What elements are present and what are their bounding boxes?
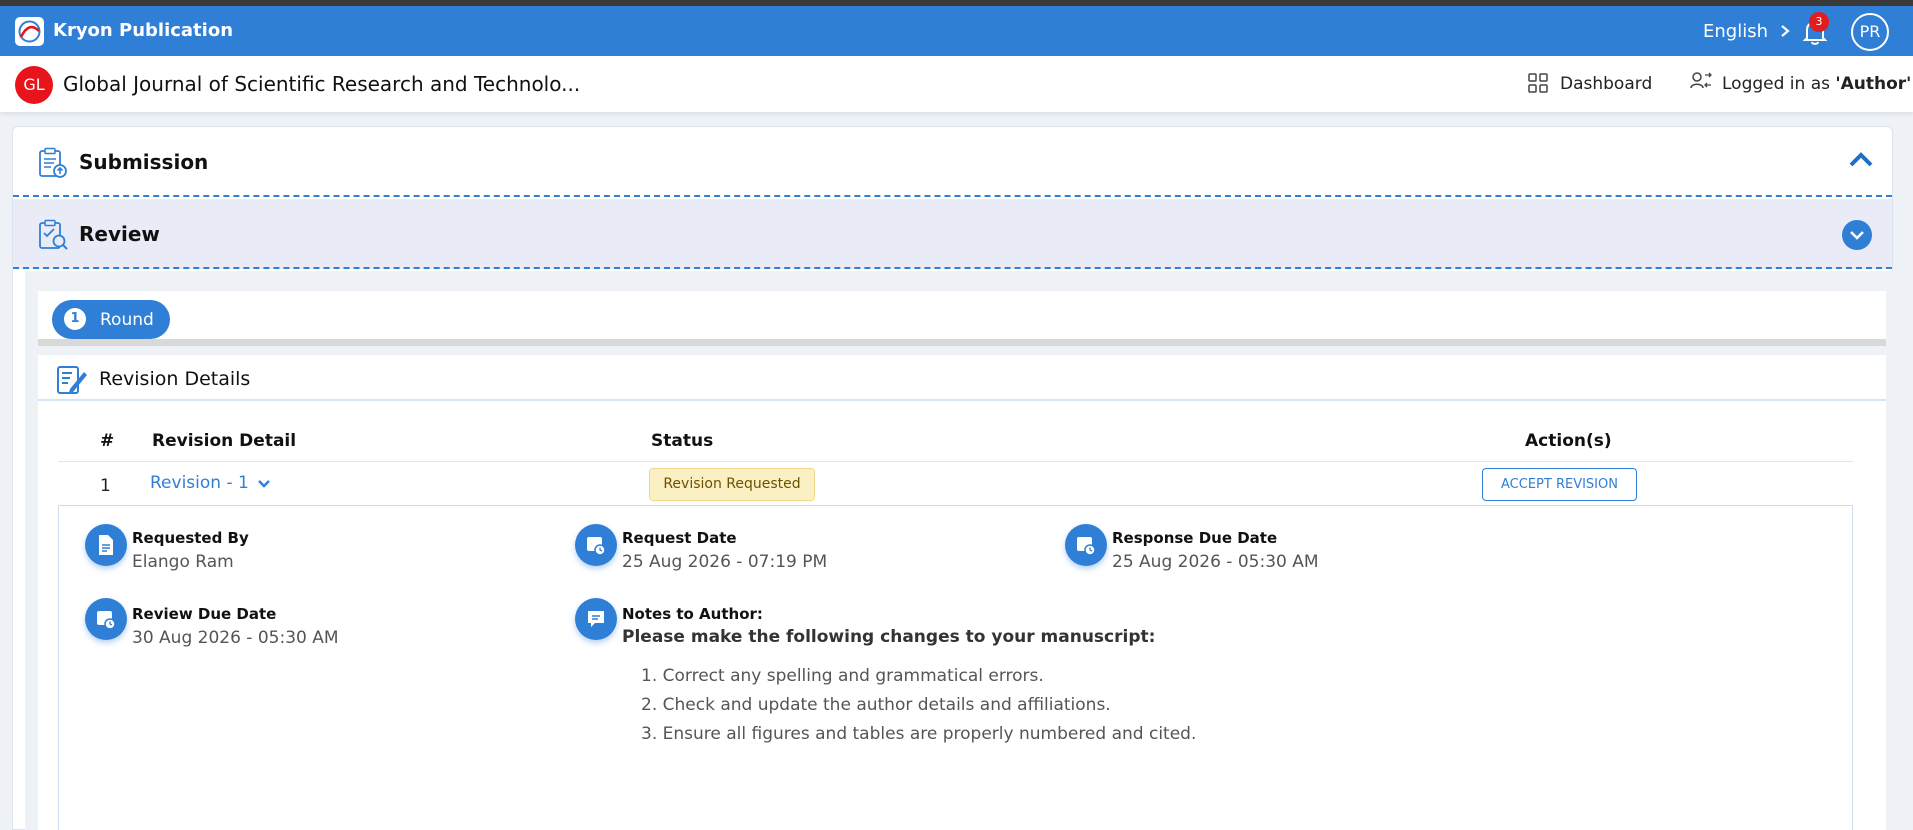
round-number: 1: [64, 308, 86, 330]
notes-label: Notes to Author:: [622, 605, 763, 623]
chevron-down-icon: [1850, 231, 1864, 240]
calendar-clock-icon: [575, 524, 617, 566]
logged-in-prefix: Logged in as: [1722, 74, 1836, 94]
notes-heading: Please make the following changes to you…: [622, 627, 1156, 647]
dashboard-link[interactable]: Dashboard: [1560, 74, 1652, 94]
notification-count-badge: 3: [1809, 12, 1829, 32]
collapse-caret-up-icon[interactable]: [1848, 149, 1874, 169]
logged-in-role: 'Author': [1835, 74, 1912, 94]
request-date-label: Request Date: [622, 529, 737, 547]
accept-revision-button[interactable]: ACCEPT REVISION: [1482, 468, 1637, 501]
column-header-actions: Action(s): [1525, 431, 1612, 451]
revision-detail-expanded: Requested By Elango Ram Request Date 25 …: [58, 505, 1853, 830]
journal-badge: GL: [15, 66, 53, 104]
revision-edit-icon: [57, 366, 87, 394]
list-item: 1. Correct any spelling and grammatical …: [641, 666, 1044, 686]
journal-title[interactable]: Global Journal of Scientific Research an…: [63, 72, 580, 96]
submission-title: Submission: [79, 150, 209, 174]
column-header-revision-detail: Revision Detail: [152, 431, 297, 451]
user-avatar[interactable]: PR: [1851, 13, 1889, 51]
table-divider: [58, 461, 1853, 462]
review-due-value: 30 Aug 2026 - 05:30 AM: [132, 628, 339, 648]
dashboard-grid-icon[interactable]: [1528, 73, 1548, 93]
response-due-label: Response Due Date: [1112, 529, 1278, 547]
document-icon: [85, 524, 127, 566]
review-clipboard-icon: [39, 219, 68, 250]
submission-clipboard-icon: [39, 147, 67, 178]
revision-link-label: Revision - 1: [150, 473, 249, 493]
revision-toggle-link[interactable]: Revision - 1: [150, 473, 271, 493]
app-title[interactable]: Kryon Publication: [53, 20, 233, 41]
request-date-value: 25 Aug 2026 - 07:19 PM: [622, 552, 828, 572]
switch-user-icon: [1690, 72, 1712, 89]
review-accordion-header[interactable]: Review: [13, 199, 1892, 269]
submission-accordion-header[interactable]: Submission: [13, 127, 1892, 197]
chevron-right-icon: [1781, 25, 1790, 37]
expand-chevron-button[interactable]: [1842, 220, 1872, 250]
logged-in-status: Logged in as 'Author': [1722, 74, 1911, 94]
round-tab[interactable]: 1 Round: [52, 300, 170, 339]
calendar-clock-icon: [85, 598, 127, 640]
journal-bar: GL Global Journal of Scientific Research…: [0, 56, 1913, 112]
revision-details-title: Revision Details: [99, 368, 251, 390]
submission-card: Submission Review 1 Round Revision Detai…: [12, 126, 1894, 830]
response-due-value: 25 Aug 2026 - 05:30 AM: [1112, 552, 1319, 572]
list-item: 3. Ensure all figures and tables are pro…: [641, 724, 1197, 744]
list-item: 2. Check and update the author details a…: [641, 695, 1111, 715]
notes-list: 1. Correct any spelling and grammatical …: [641, 666, 1196, 753]
round-label: Round: [100, 310, 154, 330]
column-header-index: #: [100, 431, 115, 451]
app-logo-icon[interactable]: [15, 17, 44, 46]
language-label: English: [1703, 21, 1768, 42]
chat-note-icon: [575, 598, 617, 640]
calendar-clock-icon: [1065, 524, 1107, 566]
revision-details-panel: Revision Details # Revision Detail Statu…: [38, 355, 1886, 830]
requested-by-label: Requested By: [132, 529, 249, 547]
row-index: 1: [100, 476, 111, 496]
review-title: Review: [79, 222, 160, 246]
status-badge: Revision Requested: [649, 468, 815, 501]
review-due-label: Review Due Date: [132, 605, 277, 623]
requested-by-value: Elango Ram: [132, 552, 234, 572]
rounds-bar: 1 Round: [38, 291, 1886, 346]
revision-details-header: Revision Details: [38, 355, 1886, 401]
column-header-status: Status: [651, 431, 714, 451]
app-header: Kryon Publication English 3 PR: [0, 6, 1913, 56]
chevron-down-icon: [258, 480, 271, 488]
language-selector[interactable]: English: [1703, 21, 1790, 42]
